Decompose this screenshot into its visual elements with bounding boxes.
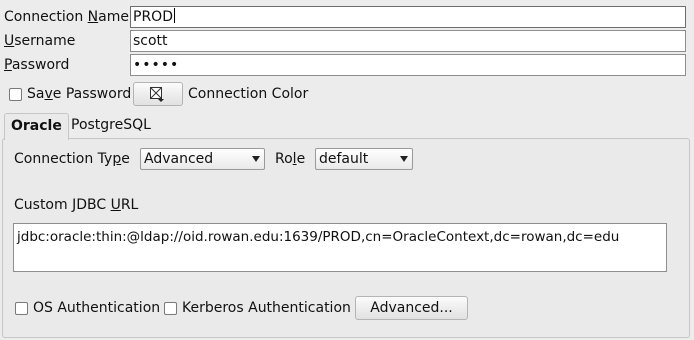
tab-postgresql[interactable]: PostgreSQL [65, 113, 157, 139]
username-label: Username [4, 33, 76, 49]
chevron-down-icon [252, 156, 260, 162]
chevron-down-icon [400, 156, 408, 162]
save-password-label: Save Password [27, 86, 132, 102]
tab-oracle[interactable]: Oracle [4, 113, 69, 140]
role-value: default [319, 151, 369, 167]
connection-name-field[interactable]: PROD [130, 6, 686, 28]
connection-type-select[interactable]: Advanced [140, 148, 265, 170]
text-caret [173, 8, 175, 23]
advanced-button-label: Advanced... [370, 300, 453, 316]
tab-postgresql-label: PostgreSQL [71, 117, 151, 133]
password-value: ••••• [133, 57, 180, 73]
role-select[interactable]: default [315, 148, 413, 170]
kerberos-authentication-checkbox[interactable] [164, 302, 177, 315]
os-authentication-label: OS Authentication [33, 300, 161, 316]
kerberos-authentication-label: Kerberos Authentication [182, 300, 351, 316]
connection-color-button[interactable] [133, 82, 183, 106]
color-swatch-icon [150, 87, 164, 102]
save-password-checkbox[interactable] [9, 88, 22, 101]
username-field[interactable]: scott [130, 30, 686, 52]
custom-jdbc-url-label: Custom JDBC URL [14, 197, 139, 213]
role-label: Role [275, 151, 306, 167]
advanced-button[interactable]: Advanced... [355, 296, 468, 320]
custom-jdbc-url-input[interactable]: jdbc:oracle:thin:@ldap://oid.rowan.edu:1… [13, 223, 667, 272]
connection-color-label: Connection Color [188, 86, 309, 102]
custom-jdbc-url-value: jdbc:oracle:thin:@ldap://oid.rowan.edu:1… [17, 229, 620, 245]
connection-type-label: Connection Type [14, 151, 130, 167]
connection-name-value: PROD [133, 9, 173, 25]
password-label: Password [4, 57, 70, 73]
password-field[interactable]: ••••• [130, 54, 686, 76]
connection-name-label: Connection Name [4, 9, 129, 25]
username-value: scott [133, 33, 168, 49]
os-authentication-checkbox[interactable] [15, 302, 28, 315]
tab-oracle-label: Oracle [11, 118, 62, 134]
connection-type-value: Advanced [144, 151, 214, 167]
